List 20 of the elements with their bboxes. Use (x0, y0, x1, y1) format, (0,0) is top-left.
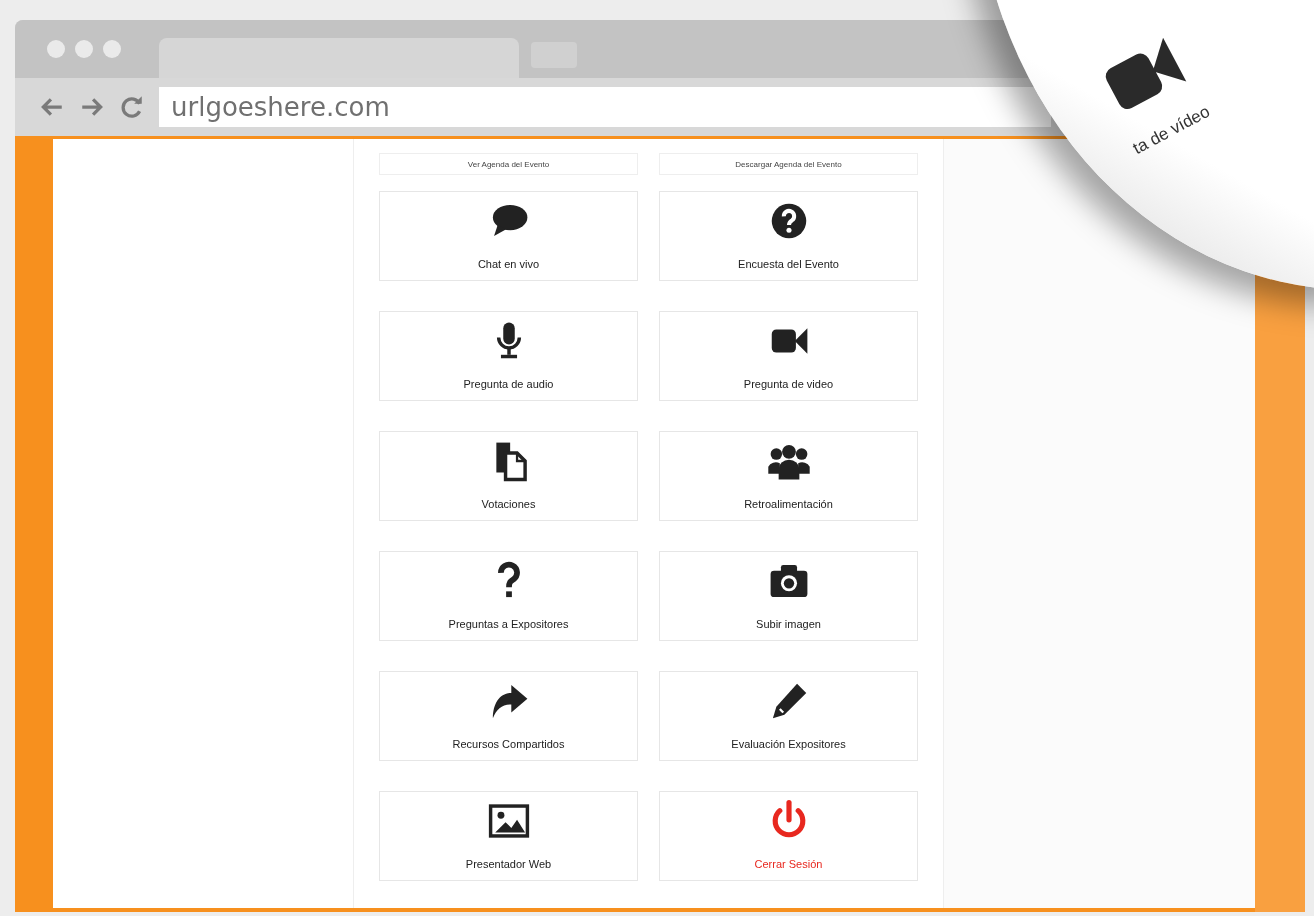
window-control-icon[interactable] (47, 40, 65, 58)
agenda-button[interactable]: Ver Agenda del Evento (379, 153, 638, 175)
menu-tile[interactable]: Cerrar Sesión (659, 791, 918, 881)
menu-tile[interactable]: Encuesta del Evento (659, 191, 918, 281)
menu-tile[interactable]: Pregunta de video (659, 311, 918, 401)
window-control-icon[interactable] (75, 40, 93, 58)
menu-tile[interactable]: Subir imagen (659, 551, 918, 641)
menu-tile[interactable]: Pregunta de audio (379, 311, 638, 401)
menu-tile[interactable]: Votaciones (379, 431, 638, 521)
menu-tile[interactable]: Recursos Compartidos (379, 671, 638, 761)
reload-icon[interactable] (119, 94, 145, 120)
menu-tile[interactable]: Retroalimentación (659, 431, 918, 521)
menu-tile[interactable]: Preguntas a Expositores (379, 551, 638, 641)
window-control-icon[interactable] (103, 40, 121, 58)
menu-tile[interactable]: Chat en vivo (379, 191, 638, 281)
curl-label: ta de vídeo (1129, 101, 1214, 159)
address-bar[interactable]: urlgoeshere.com (159, 87, 1051, 127)
menu-tile[interactable]: Presentador Web (379, 791, 638, 881)
menu-tile[interactable]: Evaluación Expositores (659, 671, 918, 761)
agenda-button[interactable]: Descargar Agenda del Evento (659, 153, 918, 175)
